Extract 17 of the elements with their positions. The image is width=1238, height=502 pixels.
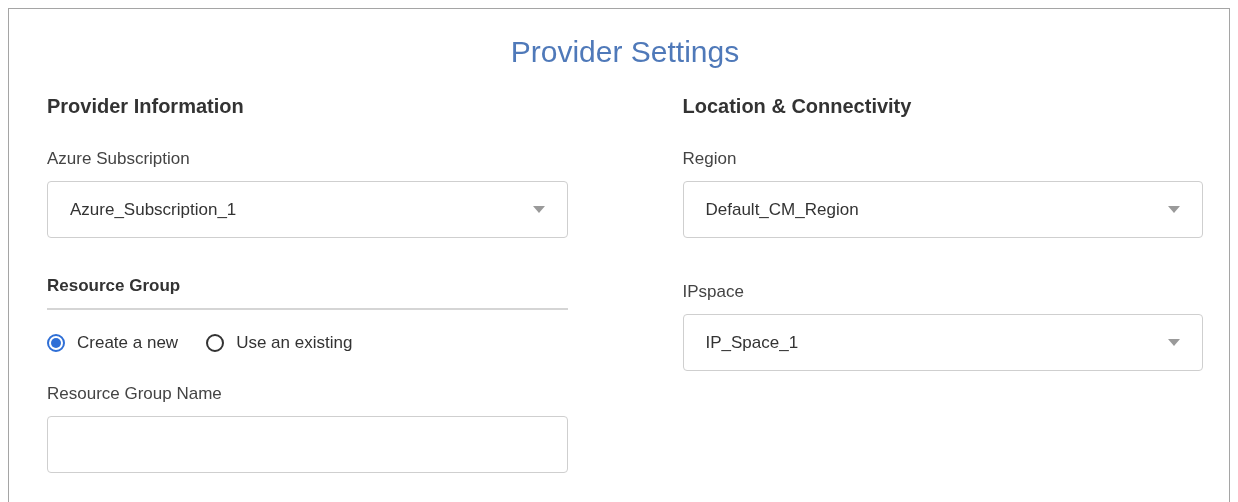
dropdown[interactable]: IP_Space_1 [682,314,1203,371]
input-field[interactable] [47,416,568,473]
subscription-dropdown[interactable]: Azure_Subscription_1 [47,181,568,238]
field-label: Region [682,149,738,169]
field-label: IPspace [682,282,745,302]
radio-option[interactable]: Use an existing [206,333,353,353]
page-title: Provider Settings [509,34,741,70]
dropdown[interactable]: Default_CM_Region [682,181,1203,238]
caret-icon [1168,206,1180,213]
caret-icon [532,206,545,213]
field-label: Resource Group Name [47,384,223,404]
section-heading: Provider Information [47,95,245,118]
caret-icon [1168,339,1180,346]
section-heading: Resource Group [47,276,568,310]
radio-option[interactable]: Create a new [47,333,179,353]
field-label: Azure Subscription [47,149,191,169]
section-heading: Location & Connectivity [682,95,913,118]
